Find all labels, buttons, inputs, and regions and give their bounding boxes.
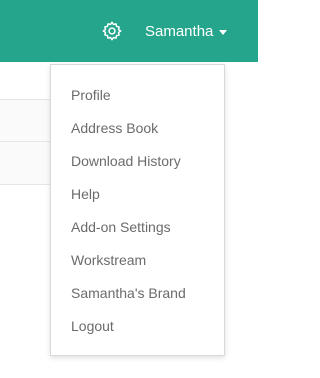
user-menu-toggle[interactable]: Samantha (145, 21, 228, 41)
menu-item-brand[interactable]: Samantha's Brand (51, 277, 224, 310)
settings-gear-icon[interactable] (101, 20, 123, 42)
menu-item-address-book[interactable]: Address Book (51, 112, 224, 145)
menu-item-logout[interactable]: Logout (51, 310, 224, 343)
top-navigation-bar: Samantha (0, 0, 258, 62)
caret-down-icon (219, 29, 228, 35)
user-name-label: Samantha (145, 22, 214, 40)
menu-item-add-on-settings[interactable]: Add-on Settings (51, 211, 224, 244)
menu-item-workstream[interactable]: Workstream (51, 244, 224, 277)
menu-item-help[interactable]: Help (51, 178, 224, 211)
user-dropdown-menu: Profile Address Book Download History He… (50, 64, 225, 356)
menu-item-profile[interactable]: Profile (51, 79, 224, 112)
menu-item-download-history[interactable]: Download History (51, 145, 224, 178)
